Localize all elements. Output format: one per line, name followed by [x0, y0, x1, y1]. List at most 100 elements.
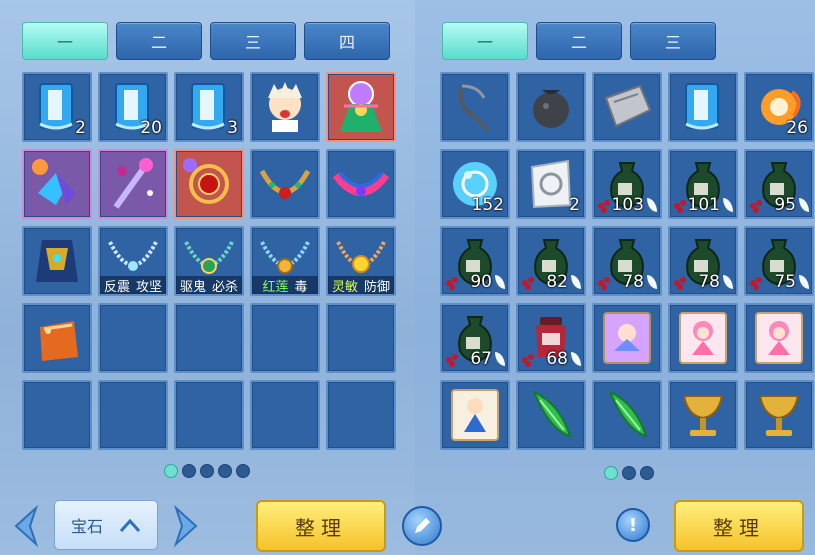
prev-category-arrow-icon[interactable] [10, 504, 40, 548]
item-count: 90 [470, 272, 492, 292]
skill-name: 必杀 [212, 279, 239, 295]
left-empty-slot[interactable] [98, 303, 168, 373]
skill-name: 防御 [364, 279, 391, 295]
right-page-indicator [604, 466, 654, 480]
right-inventory-slot[interactable]: 101 [668, 149, 738, 219]
right-inventory-slot[interactable]: 26 [744, 72, 814, 142]
left-inventory-slot[interactable]: 3 [174, 72, 244, 142]
left-inventory-slot[interactable] [250, 72, 320, 142]
right-inventory-slot[interactable]: 152 [440, 149, 510, 219]
left-empty-slot[interactable] [174, 303, 244, 373]
berry-decoration-icon [674, 203, 680, 209]
berry-decoration-icon [750, 203, 756, 209]
left-inventory-slot[interactable] [98, 149, 168, 219]
left-inventory-slot[interactable] [326, 72, 396, 142]
right-page-dot[interactable] [604, 466, 618, 480]
left-inventory-slot[interactable] [22, 226, 92, 296]
blue-book-icon [672, 76, 734, 138]
left-empty-slot[interactable] [326, 380, 396, 450]
right-inventory-slot[interactable]: 95 [744, 149, 814, 219]
right-inventory-slot[interactable] [516, 380, 586, 450]
left-inventory-slot[interactable]: 红莲毒 [250, 226, 320, 296]
right-inventory-slot[interactable] [744, 303, 814, 373]
item-count: 67 [470, 349, 492, 369]
item-count: 95 [774, 195, 796, 215]
left-page-dot[interactable] [200, 464, 214, 478]
item-count: 3 [227, 118, 238, 138]
next-category-arrow-icon[interactable] [172, 504, 202, 548]
right-inventory-slot[interactable]: 78 [668, 226, 738, 296]
left-empty-slot[interactable] [326, 303, 396, 373]
right-page-dot[interactable] [640, 466, 654, 480]
skill-name: 驱鬼 [179, 279, 206, 295]
right-inventory-slot[interactable]: 2 [516, 149, 586, 219]
item-count: 101 [687, 195, 720, 215]
golden-goblet-icon [672, 384, 734, 446]
left-inventory-slot[interactable]: 20 [98, 72, 168, 142]
left-inventory-slot[interactable]: 反震 攻坚 [98, 226, 168, 296]
right-inventory-slot[interactable]: 75 [744, 226, 814, 296]
left-tab-1[interactable]: 一 [22, 22, 108, 60]
left-inventory-slot[interactable]: 驱鬼 必杀 [174, 226, 244, 296]
left-inventory-slot[interactable]: 2 [22, 72, 92, 142]
chevron-up-icon [119, 517, 141, 533]
right-inventory-slot[interactable] [668, 72, 738, 142]
right-inventory-slot[interactable] [668, 303, 738, 373]
left-page-dot[interactable] [164, 464, 178, 478]
left-inventory-slot[interactable] [174, 149, 244, 219]
left-tab-2[interactable]: 二 [116, 22, 202, 60]
right-inventory-slot[interactable]: 78 [592, 226, 662, 296]
right-inventory-slot[interactable]: 68 [516, 303, 586, 373]
help-button[interactable]: ! [616, 508, 650, 542]
exclamation-icon: ! [628, 514, 638, 536]
boy-card-icon [444, 384, 506, 446]
right-inventory-slot[interactable]: 103 [592, 149, 662, 219]
right-inventory-slot[interactable] [440, 72, 510, 142]
left-page-dot[interactable] [182, 464, 196, 478]
left-empty-slot[interactable] [250, 303, 320, 373]
item-count: 152 [471, 195, 504, 215]
left-sort-label: 整理 [295, 515, 347, 540]
item-skill-tag: 反震 攻坚 [100, 276, 166, 294]
item-count: 75 [774, 272, 796, 292]
left-inventory-slot[interactable] [326, 149, 396, 219]
right-inventory-slot[interactable] [592, 72, 662, 142]
right-sort-button[interactable]: 整理 [674, 500, 804, 552]
right-page-dot[interactable] [622, 466, 636, 480]
right-tab-1[interactable]: 一 [442, 22, 528, 60]
left-inventory-slot[interactable]: 灵敏 防御 [326, 226, 396, 296]
right-inventory-slot[interactable] [744, 380, 814, 450]
crying-chibi-icon [254, 76, 316, 138]
right-inventory-slot[interactable] [440, 380, 510, 450]
right-inventory-slot[interactable]: 90 [440, 226, 510, 296]
category-selector[interactable]: 宝石 [54, 500, 158, 550]
right-inventory-slot[interactable] [592, 380, 662, 450]
left-tab-bar: 一二三四 [22, 22, 390, 60]
right-tab-3[interactable]: 三 [630, 22, 716, 60]
rename-pencil-button[interactable] [402, 506, 442, 546]
right-item-grid: 26 152 2 103 101 95 90 82 78 78 75 67 68 [440, 72, 814, 450]
left-tab-4[interactable]: 四 [304, 22, 390, 60]
left-page-dot[interactable] [236, 464, 250, 478]
right-inventory-slot[interactable]: 82 [516, 226, 586, 296]
left-inventory-slot[interactable] [250, 149, 320, 219]
left-empty-slot[interactable] [250, 380, 320, 450]
left-sort-button[interactable]: 整理 [256, 500, 386, 552]
left-inventory-slot[interactable] [22, 303, 92, 373]
right-inventory-slot[interactable] [516, 72, 586, 142]
green-melon-icon [596, 384, 658, 446]
left-empty-slot[interactable] [174, 380, 244, 450]
item-count: 78 [622, 272, 644, 292]
berry-decoration-icon [522, 357, 528, 363]
item-count: 78 [698, 272, 720, 292]
right-inventory-slot[interactable]: 67 [440, 303, 510, 373]
right-inventory-slot[interactable] [592, 303, 662, 373]
right-tab-2[interactable]: 二 [536, 22, 622, 60]
left-page-dot[interactable] [218, 464, 232, 478]
left-empty-slot[interactable] [22, 380, 92, 450]
left-inventory-slot[interactable] [22, 149, 92, 219]
left-tab-3[interactable]: 三 [210, 22, 296, 60]
silver-ingot-icon [596, 76, 658, 138]
right-inventory-slot[interactable] [668, 380, 738, 450]
left-empty-slot[interactable] [98, 380, 168, 450]
